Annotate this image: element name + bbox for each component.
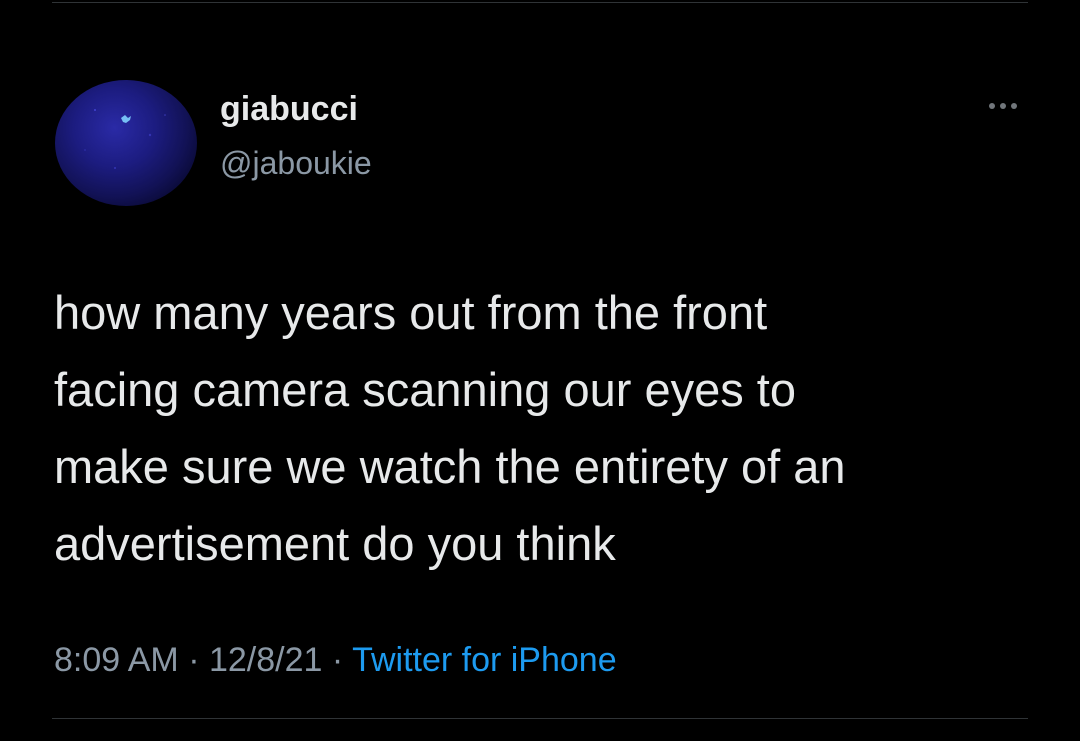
meta-separator: ·: [188, 641, 200, 679]
tweet-source-link[interactable]: Twitter for iPhone: [352, 641, 617, 679]
more-options-icon-dot: [1000, 103, 1006, 109]
sparkle-icon: [121, 115, 131, 123]
tweet-time[interactable]: 8:09 AM: [54, 641, 179, 679]
more-options-icon-dot: [1011, 103, 1017, 109]
more-options-button[interactable]: [980, 92, 1026, 120]
author-display-name[interactable]: giabucci: [220, 89, 358, 129]
author-handle[interactable]: @jaboukie: [220, 143, 372, 183]
avatar[interactable]: [55, 80, 197, 206]
tweet-metadata: 8:09 AM · 12/8/21 · Twitter for iPhone: [54, 638, 617, 682]
tweet-text: how many years out from the front facing…: [54, 286, 846, 570]
avatar-image: [84, 109, 166, 169]
meta-separator: ·: [331, 641, 344, 679]
bottom-divider: [52, 718, 1028, 719]
top-divider: [52, 2, 1028, 3]
more-options-icon: [989, 103, 995, 109]
tweet-date[interactable]: 12/8/21: [209, 641, 322, 679]
